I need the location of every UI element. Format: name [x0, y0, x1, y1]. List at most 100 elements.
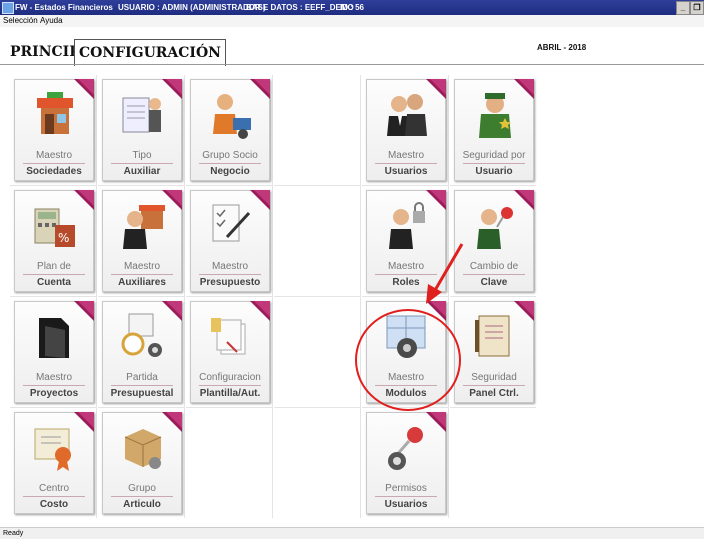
maximize-button[interactable]: ❐	[690, 1, 704, 15]
tile-label-bottom: Auxiliar	[123, 166, 161, 177]
folder-icon	[39, 318, 69, 358]
tile-label-top: Maestro	[35, 372, 73, 383]
tile-label-top: Maestro	[35, 150, 73, 161]
tile-label-bottom: Presupuesto	[199, 277, 261, 288]
tile-label-bottom: Articulo	[123, 499, 161, 510]
svg-text:%: %	[58, 231, 69, 245]
period-label: ABRIL - 2018	[537, 43, 587, 52]
corner-ribbon-icon	[74, 190, 94, 210]
tile-separator	[111, 274, 173, 275]
calculator-icon: %	[34, 208, 75, 247]
corner-ribbon-icon	[250, 301, 270, 321]
tile-grupo-articulo-button[interactable]: Grupo Articulo	[102, 412, 182, 514]
document-person-icon	[122, 97, 161, 133]
menu-item-seleccion[interactable]: Selección	[3, 15, 38, 27]
tile-maestro-usuarios-button[interactable]: Maestro Usuarios	[366, 79, 446, 181]
grid-cell	[274, 408, 361, 518]
tile-maestro-auxiliares-button[interactable]: Maestro Auxiliares	[102, 190, 182, 292]
grid-cell	[450, 408, 536, 518]
tile-separator	[111, 163, 173, 164]
tile-label-top: Grupo Socio	[202, 150, 258, 161]
tile-seguridad-panel-ctrl-button[interactable]: Seguridad Panel Ctrl.	[454, 301, 534, 403]
corner-ribbon-icon	[426, 190, 446, 210]
tab-configuracion[interactable]: CONFIGURACIÓN	[74, 39, 226, 66]
menu-item-ayuda[interactable]: Ayuda	[40, 15, 63, 27]
status-text: Ready	[3, 530, 24, 537]
documents-stamp-icon	[211, 318, 246, 355]
corner-ribbon-icon	[162, 301, 182, 321]
tile-separator	[463, 163, 525, 164]
tile-separator	[23, 385, 85, 386]
tile-configuracion-plantilla-aut-button[interactable]: Configuracion Plantilla/Aut.	[190, 301, 270, 403]
tile-label-top: Grupo	[128, 483, 156, 494]
minimize-button[interactable]: _	[676, 1, 690, 15]
tile-label-bottom: Usuario	[475, 166, 513, 177]
tile-grupo-socio-negocio-button[interactable]: Grupo Socio Negocio	[190, 79, 270, 181]
tile-label-top: Seguridad	[471, 372, 517, 383]
guard-icon	[479, 93, 511, 138]
menu-bar: Selección Ayuda	[0, 15, 704, 27]
businessman-store-icon	[123, 205, 165, 249]
corner-ribbon-icon	[250, 79, 270, 99]
tile-label-bottom: Presupuestal	[110, 388, 174, 399]
tile-label-bottom: Cuenta	[37, 277, 71, 288]
keys-gear-icon	[388, 427, 423, 470]
corner-ribbon-icon	[74, 301, 94, 321]
user-info: USUARIO : ADMIN (ADMINISTRADOR )	[118, 3, 266, 12]
tile-label-bottom: Usuarios	[384, 166, 428, 177]
tile-label-top: Plan de	[37, 261, 71, 272]
tile-label-top: Centro	[38, 483, 69, 494]
corner-ribbon-icon	[426, 412, 446, 432]
tab-divider	[0, 64, 704, 65]
annotation-circle	[355, 309, 461, 411]
corner-ribbon-icon	[514, 79, 534, 99]
grid-cell	[274, 297, 361, 408]
tile-permisos-usuarios-button[interactable]: Permisos Usuarios	[366, 412, 446, 514]
tile-separator	[375, 163, 437, 164]
tile-separator	[23, 496, 85, 497]
tile-label-bottom: Proyectos	[29, 388, 79, 399]
grid-cell	[274, 75, 361, 186]
tab-strip: PRINCIPAL CONFIGURACIÓN	[0, 27, 704, 67]
grid-cell	[186, 408, 273, 518]
corner-ribbon-icon	[162, 412, 182, 432]
tile-plan-de-cuenta-button[interactable]: % Plan de Cuenta	[14, 190, 94, 292]
tile-maestro-proyectos-button[interactable]: Maestro Proyectos	[14, 301, 94, 403]
person-computer-icon	[213, 94, 251, 139]
title-bar: FW - Estados Financieros USUARIO : ADMIN…	[0, 0, 704, 15]
tile-separator	[463, 385, 525, 386]
tile-maestro-sociedades-button[interactable]: Maestro Sociedades	[14, 79, 94, 181]
corner-ribbon-icon	[74, 79, 94, 99]
tile-separator	[199, 163, 261, 164]
tile-label-top: Maestro	[387, 150, 425, 161]
tile-maestro-presupuesto-button[interactable]: Maestro Presupuesto	[190, 190, 270, 292]
corner-ribbon-icon	[514, 301, 534, 321]
tile-label-top: Seguridad por	[462, 150, 526, 161]
tile-label-bottom: Negocio	[210, 166, 250, 177]
users-icon	[387, 94, 427, 136]
tile-separator	[199, 385, 261, 386]
tile-separator	[199, 274, 261, 275]
tile-centro-costo-button[interactable]: Centro Costo	[14, 412, 94, 514]
tile-partida-presupuestal-button[interactable]: Partida Presupuestal	[102, 301, 182, 403]
tile-separator	[463, 274, 525, 275]
tile-label-bottom: Sociedades	[26, 166, 82, 177]
grid-cell	[274, 186, 361, 297]
clock-gear-icon	[121, 313, 162, 357]
tile-seguridad-por-usuario-button[interactable]: Seguridad por Usuario	[454, 79, 534, 181]
tile-label-bottom: Plantilla/Aut.	[199, 388, 261, 399]
corner-ribbon-icon	[514, 190, 534, 210]
tile-label-top: Maestro	[211, 261, 249, 272]
corner-ribbon-icon	[162, 79, 182, 99]
corner-ribbon-icon	[426, 79, 446, 99]
tile-separator	[111, 385, 173, 386]
tile-label-bottom: Costo	[39, 499, 69, 510]
status-bar: Ready	[0, 527, 704, 539]
tile-separator	[23, 163, 85, 164]
tile-label-top: Permisos	[385, 483, 427, 494]
corner-ribbon-icon	[162, 190, 182, 210]
tile-label-top: Partida	[126, 372, 158, 383]
tile-tipo-auxiliar-button[interactable]: Tipo Auxiliar	[102, 79, 182, 181]
tile-label-bottom: Panel Ctrl.	[469, 388, 519, 399]
tile-label-top: Tipo	[132, 150, 152, 161]
